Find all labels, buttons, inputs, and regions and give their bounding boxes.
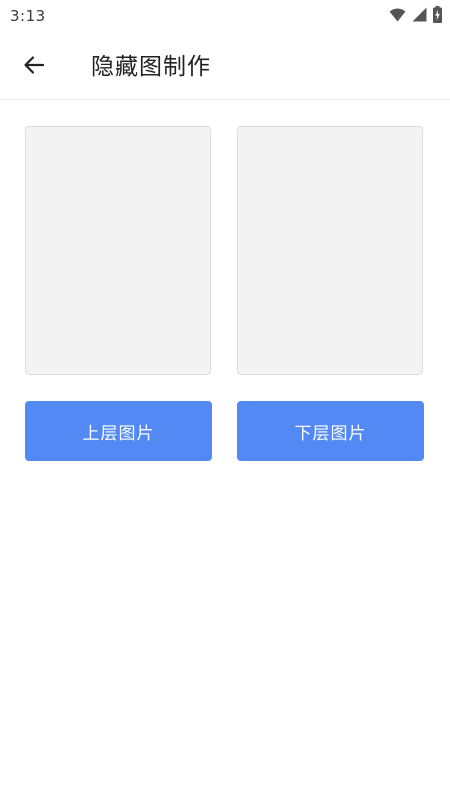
status-bar: 3:13 bbox=[0, 0, 450, 32]
status-icons bbox=[389, 5, 442, 27]
app-bar: 隐藏图制作 bbox=[0, 32, 450, 100]
battery-charging-icon bbox=[433, 5, 442, 27]
back-button[interactable] bbox=[16, 49, 52, 85]
screen: 3:13 隐藏图制作 上层图片 下层图片 bbox=[0, 0, 450, 800]
signal-icon bbox=[412, 7, 427, 26]
wifi-icon bbox=[389, 7, 406, 26]
arrow-left-icon bbox=[22, 53, 46, 81]
bottom-image-button[interactable]: 下层图片 bbox=[237, 401, 424, 461]
bottom-image-preview[interactable] bbox=[237, 126, 423, 375]
top-image-button[interactable]: 上层图片 bbox=[25, 401, 212, 461]
page-title: 隐藏图制作 bbox=[91, 54, 211, 80]
top-image-preview[interactable] bbox=[25, 126, 211, 375]
status-time: 3:13 bbox=[10, 7, 46, 25]
